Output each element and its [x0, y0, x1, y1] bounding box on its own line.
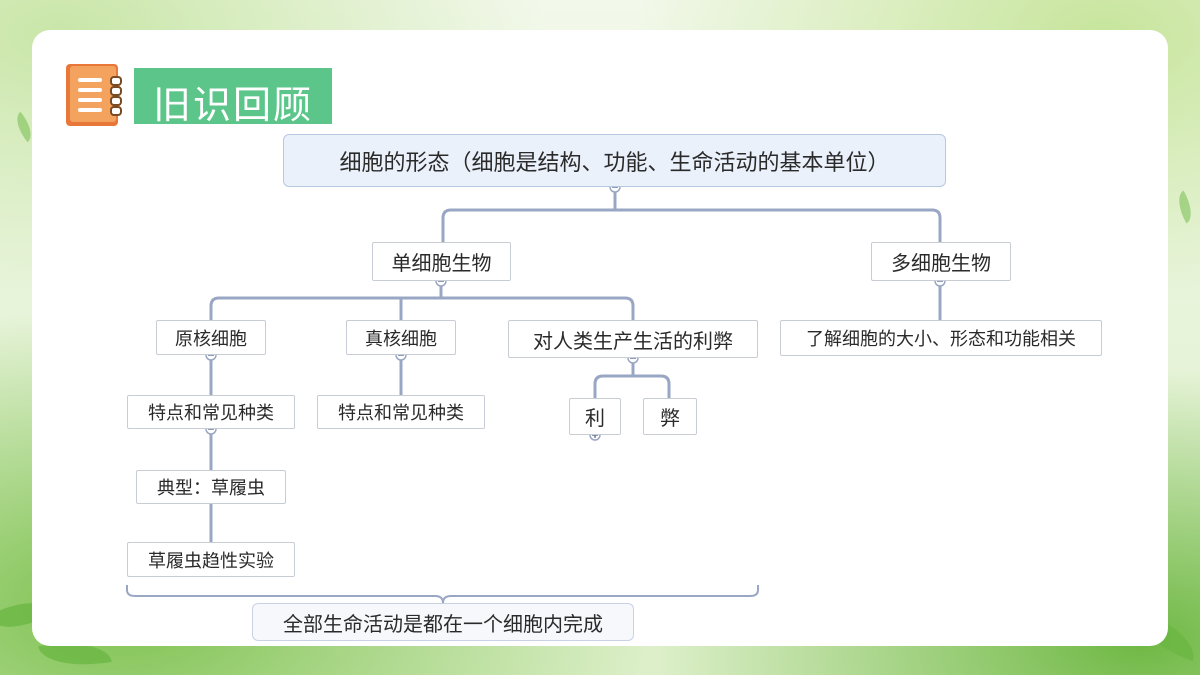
- euk-features-node[interactable]: 特点和常见种类: [317, 395, 485, 429]
- eukaryote-node[interactable]: 真核细胞: [346, 320, 456, 355]
- root-node[interactable]: 细胞的形态（细胞是结构、功能、生命活动的基本单位）: [283, 134, 946, 187]
- multi-desc-node[interactable]: 了解细胞的大小、形态和功能相关: [780, 320, 1102, 356]
- pros-cons-node[interactable]: 对人类生产生活的利弊: [508, 320, 758, 358]
- pro-node[interactable]: 利: [569, 398, 621, 435]
- typical-node[interactable]: 典型：草履虫: [136, 470, 286, 504]
- prok-features-node[interactable]: 特点和常见种类: [127, 395, 295, 429]
- summary-node[interactable]: 全部生命活动是都在一个细胞内完成: [252, 603, 634, 641]
- con-node[interactable]: 弊: [643, 398, 697, 435]
- unicellular-node[interactable]: 单细胞生物: [372, 242, 511, 281]
- experiment-node[interactable]: 草履虫趋性实验: [127, 542, 295, 577]
- multicellular-node[interactable]: 多细胞生物: [871, 242, 1011, 281]
- prokaryote-node[interactable]: 原核细胞: [156, 320, 266, 355]
